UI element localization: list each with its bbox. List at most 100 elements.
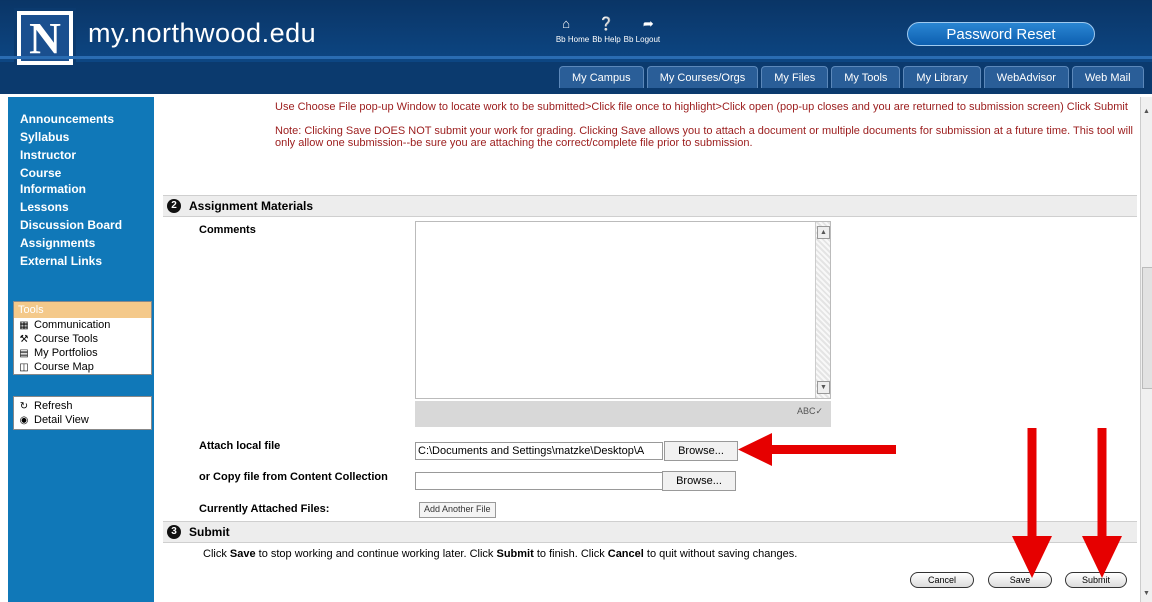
comments-textarea[interactable]: ▲ ▼ — [415, 221, 831, 399]
copy-file-label: or Copy file from Content Collection — [199, 471, 388, 483]
arrow-shaft — [768, 445, 896, 454]
tool-label: Course Map — [34, 361, 94, 373]
logout-icon[interactable]: ➦ — [643, 16, 654, 32]
header-bottom-bar — [0, 88, 1152, 94]
text-part: Click — [203, 548, 230, 560]
arrow-to-save-annotation — [1012, 428, 1052, 578]
content-collection-input[interactable] — [415, 472, 663, 490]
attach-local-label: Attach local file — [199, 440, 281, 452]
arrow-head — [1012, 536, 1052, 578]
nav-syllabus[interactable]: Syllabus — [20, 129, 154, 145]
top-links: ⌂ ❔ ➦ Bb Home Bb Help Bb Logout — [538, 16, 678, 44]
main-tabs: My Campus My Courses/Orgs My Files My To… — [559, 66, 1144, 89]
section-title: Submit — [189, 525, 230, 539]
text-part: to quit without saving changes. — [643, 548, 798, 560]
comments-label: Comments — [199, 224, 256, 236]
comments-scrollbar[interactable]: ▲ ▼ — [815, 222, 830, 398]
tool-my-portfolios[interactable]: ▤ My Portfolios — [14, 346, 151, 360]
tool-course-map[interactable]: ◫ Course Map — [14, 360, 151, 374]
scroll-up-icon[interactable]: ▲ — [1142, 107, 1151, 116]
course-nav: Announcements Syllabus Instructor Course… — [8, 97, 154, 269]
help-icon[interactable]: ❔ — [598, 16, 614, 32]
logo-letter: N — [21, 15, 69, 63]
browse-collection-button[interactable]: Browse... — [662, 471, 736, 491]
refresh-icon: ↻ — [19, 400, 29, 412]
browse-local-button[interactable]: Browse... — [664, 441, 738, 461]
page-scrollbar[interactable]: ▲ ▼ — [1140, 97, 1152, 602]
text-save: Save — [229, 548, 256, 560]
text-part: to stop working and continue working lat… — [255, 548, 497, 560]
tool-label: Course Tools — [34, 333, 98, 345]
header-divider — [0, 56, 1152, 59]
scrollbar-thumb[interactable] — [1142, 267, 1152, 389]
detail-view-link[interactable]: ◉ Detail View — [14, 413, 151, 427]
arrow-head — [738, 433, 772, 466]
attach-local-file-input[interactable]: C:\Documents and Settings\matzke\Desktop… — [415, 442, 663, 460]
instruction-note: Note: Clicking Save DOES NOT submit your… — [275, 125, 1133, 149]
bb-home-link[interactable]: Bb Home — [556, 35, 589, 44]
add-another-file-button[interactable]: Add Another File — [419, 502, 496, 518]
section-title: Assignment Materials — [189, 199, 314, 213]
cancel-button[interactable]: Cancel — [910, 572, 974, 588]
text-cancel: Cancel — [607, 548, 644, 560]
submit-instructions: Click Save to stop working and continue … — [203, 548, 797, 560]
course-menu: Announcements Syllabus Instructor Course… — [8, 97, 154, 602]
tool-label: Detail View — [34, 414, 89, 426]
arrow-head — [1082, 536, 1122, 578]
nav-assignments[interactable]: Assignments — [20, 235, 154, 251]
bb-help-link[interactable]: Bb Help — [592, 35, 620, 44]
instructions: Use Choose File pop-up Window to locate … — [275, 101, 1135, 161]
course-map-icon: ◫ — [19, 361, 29, 373]
tab-my-courses[interactable]: My Courses/Orgs — [646, 66, 759, 89]
portfolios-icon: ▤ — [19, 347, 29, 359]
main-content: Use Choose File pop-up Window to locate … — [163, 97, 1137, 602]
arrow-to-browse-annotation — [738, 433, 896, 466]
attached-files-label: Currently Attached Files: — [199, 503, 330, 515]
scroll-down-icon[interactable]: ▼ — [817, 381, 830, 394]
text-part: to finish. Click — [533, 548, 608, 560]
home-icon[interactable]: ⌂ — [562, 16, 570, 32]
nav-course-information[interactable]: Course Information — [20, 165, 110, 197]
arrow-to-submit-annotation — [1082, 428, 1122, 578]
view-tools-panel: ↻ Refresh ◉ Detail View — [13, 396, 152, 430]
nav-external-links[interactable]: External Links — [20, 253, 154, 269]
password-reset-button[interactable]: Password Reset — [907, 22, 1095, 46]
arrow-shaft — [1097, 428, 1107, 546]
spellcheck-icon[interactable]: ABC✓ — [797, 406, 823, 417]
tool-label: Communication — [34, 319, 111, 331]
text-submit: Submit — [496, 548, 534, 560]
scroll-up-icon[interactable]: ▲ — [817, 226, 830, 239]
refresh-link[interactable]: ↻ Refresh — [14, 399, 151, 413]
header: N my.northwood.edu ⌂ ❔ ➦ Bb Home Bb Help… — [0, 0, 1152, 94]
tool-label: Refresh — [34, 400, 73, 412]
tool-course-tools[interactable]: ⚒ Course Tools — [14, 332, 151, 346]
nav-discussion-board[interactable]: Discussion Board — [20, 217, 154, 233]
step-number: 2 — [167, 199, 181, 213]
arrow-shaft — [1027, 428, 1037, 546]
section-submit: 3 Submit — [163, 521, 1137, 543]
tab-webadvisor[interactable]: WebAdvisor — [983, 66, 1069, 89]
scroll-down-icon[interactable]: ▼ — [1142, 589, 1151, 598]
instruction-steps: Use Choose File pop-up Window to locate … — [275, 101, 1128, 113]
tab-my-files[interactable]: My Files — [761, 66, 829, 89]
nav-announcements[interactable]: Announcements — [20, 111, 154, 127]
course-tools-icon: ⚒ — [19, 333, 29, 345]
northwood-logo[interactable]: N — [14, 8, 76, 68]
section-assignment-materials: 2 Assignment Materials — [163, 195, 1137, 217]
tab-web-mail[interactable]: Web Mail — [1071, 66, 1144, 89]
nav-lessons[interactable]: Lessons — [20, 199, 154, 215]
editor-toolbar: ABC✓ — [415, 401, 831, 427]
tab-my-campus[interactable]: My Campus — [559, 66, 644, 89]
tool-label: My Portfolios — [34, 347, 98, 359]
detail-view-icon: ◉ — [19, 414, 29, 426]
tools-heading: Tools — [14, 302, 151, 318]
step-number: 3 — [167, 525, 181, 539]
tab-my-library[interactable]: My Library — [903, 66, 981, 89]
site-title: my.northwood.edu — [88, 18, 317, 48]
tool-communication[interactable]: ▦ Communication — [14, 318, 151, 332]
tab-my-tools[interactable]: My Tools — [831, 66, 901, 89]
tools-panel: Tools ▦ Communication ⚒ Course Tools ▤ My P… — [13, 301, 152, 375]
nav-instructor[interactable]: Instructor — [20, 147, 154, 163]
bb-logout-link[interactable]: Bb Logout — [624, 35, 660, 44]
communication-icon: ▦ — [19, 319, 29, 331]
